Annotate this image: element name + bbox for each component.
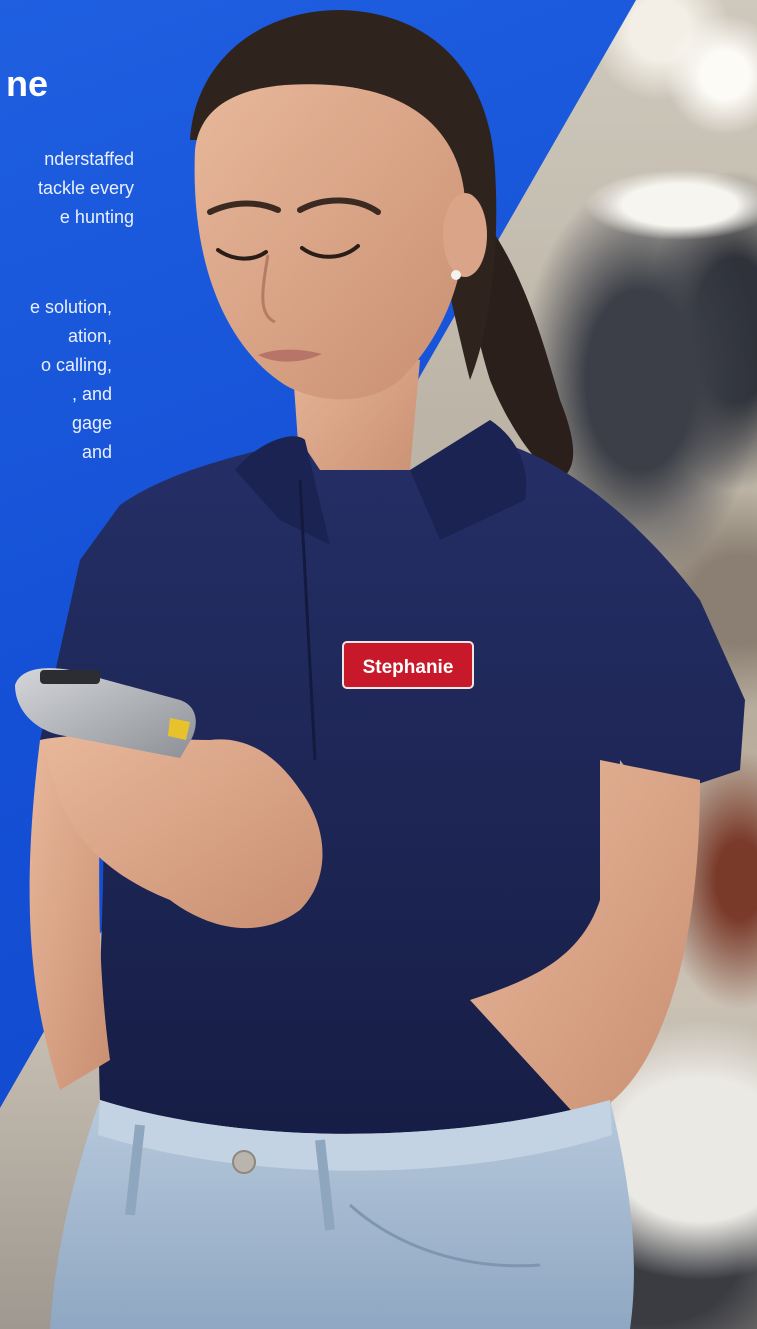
name-tag-text: Stephanie	[363, 657, 454, 678]
earring	[451, 270, 461, 280]
jeans-button	[232, 1150, 256, 1174]
face	[194, 84, 466, 400]
name-tag: Stephanie	[342, 641, 474, 689]
ear	[443, 193, 487, 277]
store-associate-figure: Stephanie	[15, 10, 745, 1329]
hero-photo-scene: ne nderstaffed tackle every e hunting e …	[0, 0, 757, 1329]
